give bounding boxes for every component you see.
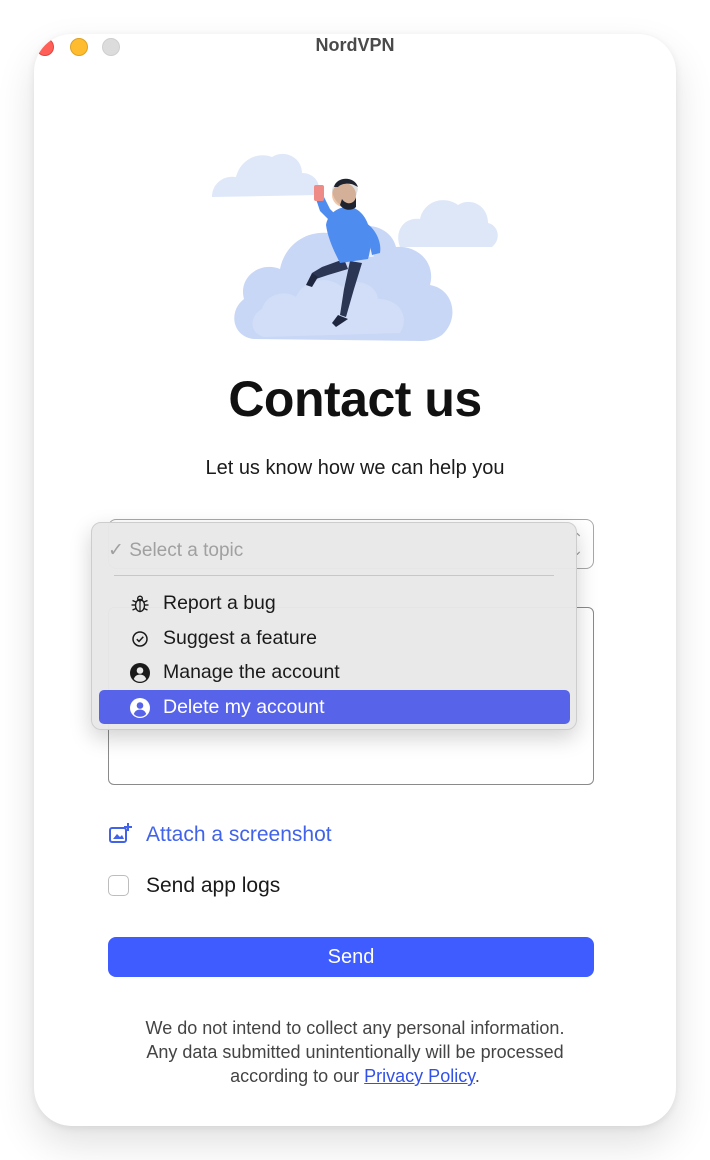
- menu-item-label: Report a bug: [163, 592, 276, 614]
- menu-item-label: Manage the account: [163, 661, 340, 683]
- bug-icon: [131, 595, 149, 613]
- account-circle-icon: [130, 663, 150, 683]
- topic-placeholder-option[interactable]: ✓ Select a topic: [108, 539, 243, 562]
- send-button[interactable]: Send: [108, 937, 594, 977]
- page-subtitle: Let us know how we can help you: [205, 457, 505, 479]
- privacy-notice-line: Any data submitted unintentionally will …: [146, 1042, 564, 1062]
- privacy-notice: We do not intend to collect any personal…: [74, 1016, 636, 1088]
- check-circle-icon: [132, 631, 148, 647]
- send-logs-label: Send app logs: [146, 874, 281, 897]
- privacy-notice-line: We do not intend to collect any personal…: [145, 1018, 565, 1038]
- privacy-policy-link[interactable]: Privacy Policy: [364, 1066, 475, 1086]
- send-logs-checkbox[interactable]: [108, 875, 129, 896]
- person-on-cloud-illustration: [212, 153, 498, 341]
- menu-item-report-bug[interactable]: Report a bug: [99, 586, 570, 620]
- topic-dropdown-menu: ✓ Select a topic Report a bug Suggest a …: [91, 522, 577, 730]
- account-circle-icon: [130, 698, 150, 718]
- privacy-prefix: according to our: [230, 1066, 365, 1086]
- attach-screenshot-label: Attach a screenshot: [146, 823, 332, 846]
- menu-item-label: Suggest a feature: [163, 627, 317, 649]
- app-window: NordVPN Contact us Let us know how we ca…: [34, 34, 676, 1126]
- add-image-icon: [109, 823, 132, 843]
- window-title: NordVPN: [315, 35, 395, 55]
- privacy-notice-line: according to our Privacy Policy.: [74, 1064, 636, 1088]
- page-title: Contact us: [228, 371, 482, 427]
- topic-placeholder-label: Select a topic: [129, 540, 244, 561]
- privacy-suffix: .: [474, 1066, 480, 1086]
- checkmark-icon: ✓: [108, 540, 124, 561]
- title-bar: NordVPN: [34, 34, 676, 82]
- menu-item-delete-account[interactable]: Delete my account: [99, 690, 570, 724]
- menu-item-manage-account[interactable]: Manage the account: [99, 655, 570, 689]
- menu-item-suggest-feature[interactable]: Suggest a feature: [99, 621, 570, 655]
- menu-item-label: Delete my account: [163, 696, 325, 718]
- menu-separator: [114, 575, 554, 576]
